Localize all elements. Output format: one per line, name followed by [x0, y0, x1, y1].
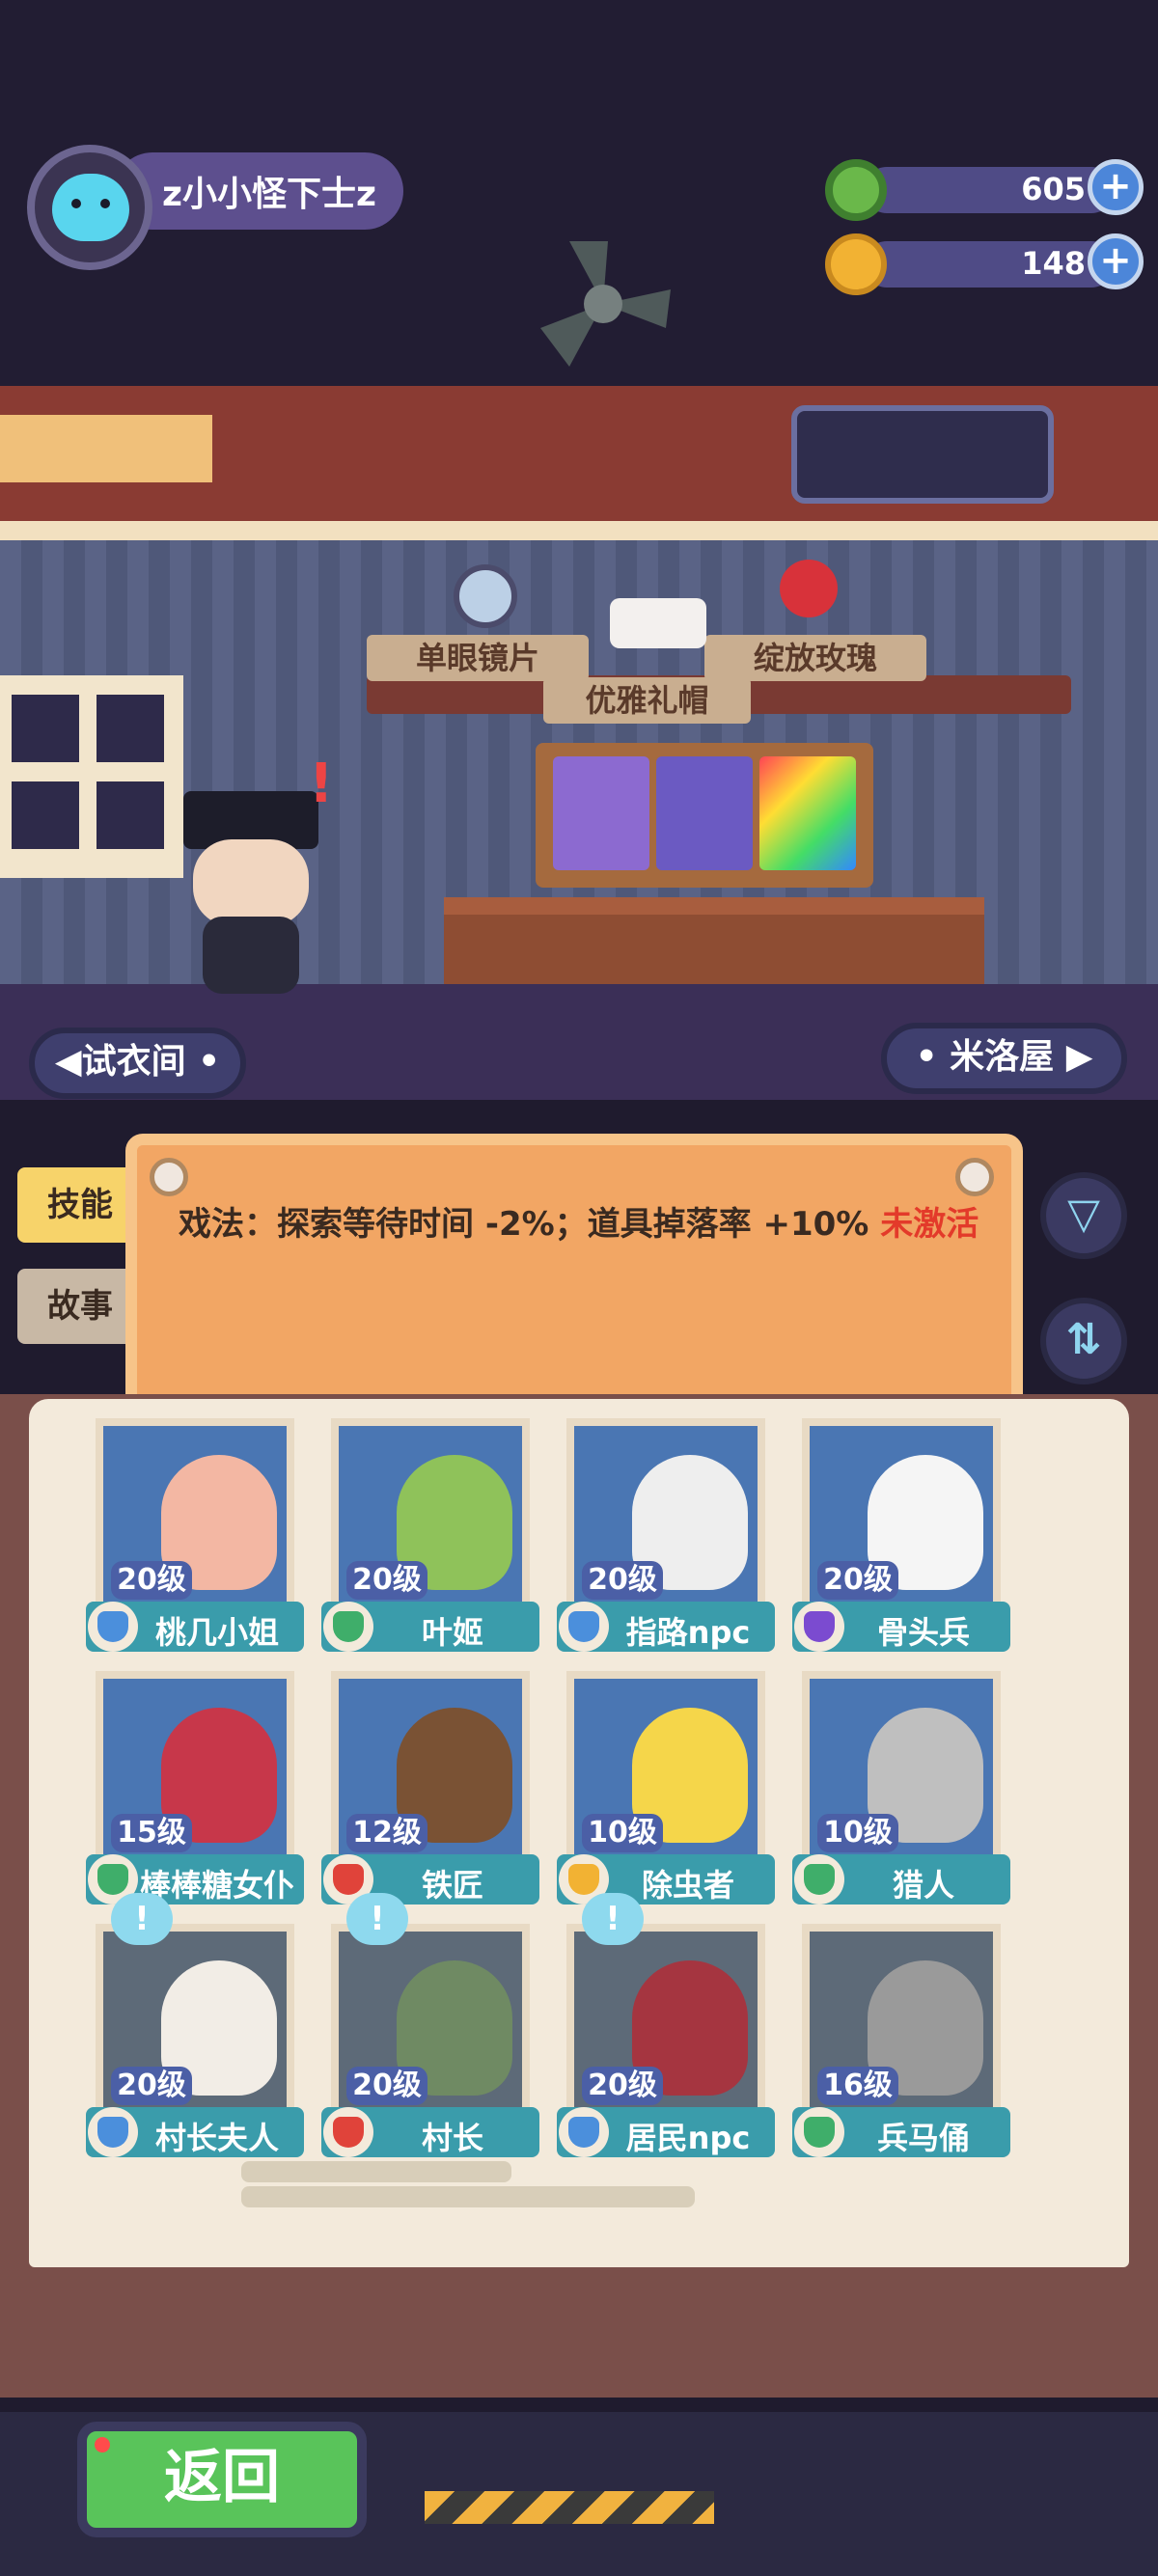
character-name: 叶姬 [421, 1614, 483, 1651]
character-name: 村长 [421, 2120, 483, 2156]
rarity-shield-icon [559, 1602, 609, 1652]
hazard-stripe [425, 2491, 714, 2524]
milo-house-button[interactable]: • 米洛屋 ▶ [881, 1023, 1127, 1094]
dressing-room-label: 试衣间 [81, 1042, 186, 1082]
tab-story[interactable]: 故事 [17, 1269, 143, 1344]
resource-donut-value: 605 [1021, 171, 1086, 207]
back-button[interactable]: 返回 [77, 2422, 367, 2537]
character-name: 居民npc [625, 2120, 751, 2156]
left-arrow-icon: ◀ [54, 1042, 82, 1082]
character-portrait: ! [164, 753, 357, 1003]
character-card[interactable]: 指路npc 20级 [553, 1418, 775, 1652]
character-card[interactable]: 村长夫人 20级! [82, 1893, 304, 2157]
monocle-icon [454, 564, 517, 628]
character-name: 指路npc [625, 1614, 751, 1651]
alert-icon: ! [309, 753, 334, 815]
filter-button[interactable]: ▽ [1040, 1172, 1127, 1259]
add-donut-button[interactable]: + [1088, 159, 1144, 215]
rose-icon [780, 560, 838, 617]
notification-dot [95, 2437, 110, 2453]
character-level: 15级 [111, 1814, 192, 1852]
character-card[interactable]: 兵马俑 16级 [788, 1924, 1010, 2157]
dot-icon: • [915, 1037, 951, 1077]
character-card[interactable]: 村长 20级! [317, 1893, 539, 2157]
cat-face-icon [52, 174, 129, 241]
character-card[interactable]: 猎人 10级 [788, 1671, 1010, 1905]
player-profile[interactable]: z小小怪下士z [27, 145, 413, 270]
character-level: 20级 [817, 1561, 898, 1600]
rarity-shield-icon [88, 2107, 138, 2157]
tab-skill[interactable]: 技能 [17, 1167, 143, 1243]
top-hat-icon [610, 598, 706, 648]
dressing-room-button[interactable]: ◀试衣间 • [29, 1028, 246, 1099]
character-level: 20级 [111, 2067, 192, 2105]
filter-icon: ▽ [1067, 1190, 1100, 1239]
character-name: 村长夫人 [154, 2120, 279, 2156]
shelf-item-top-hat[interactable]: 优雅礼帽 [543, 677, 751, 724]
character-level: 16级 [817, 2067, 898, 2105]
outfit-display-case [536, 743, 873, 888]
rarity-shield-icon [323, 1602, 373, 1652]
character-name: 兵马俑 [876, 2120, 970, 2156]
character-card[interactable]: 桃几小姐 20级 [82, 1418, 304, 1652]
page-footer-text [241, 2161, 1052, 2207]
fan-icon [540, 241, 671, 367]
outfit-slot-3[interactable] [759, 756, 856, 870]
ceiling-beam [0, 521, 1158, 540]
rarity-shield-icon [794, 1602, 844, 1652]
character-card[interactable]: 除虫者 10级 [553, 1671, 775, 1905]
rarity-shield-icon [88, 1602, 138, 1652]
character-level: 20级 [582, 2067, 663, 2105]
character-card[interactable]: 骨头兵 20级 [788, 1418, 1010, 1652]
resource-planet-value: 148 [1021, 245, 1086, 282]
notice-bubble-icon[interactable]: ! [346, 1893, 408, 1945]
character-name: 桃几小姐 [154, 1614, 279, 1651]
rarity-shield-icon [323, 2107, 373, 2157]
character-level: 20级 [346, 1561, 427, 1600]
character-level: 10级 [582, 1814, 663, 1852]
character-card[interactable]: 铁匠 12级 [317, 1671, 539, 1905]
skill-effect-text: 戏法：探索等待时间 -2%；道具掉落率 +10% [179, 1205, 869, 1244]
battery-indicator [791, 405, 1054, 504]
outfit-slot-1[interactable] [553, 756, 649, 870]
yellow-planet-coin-icon [825, 233, 887, 295]
pin-icon [150, 1158, 188, 1196]
back-button-label: 返回 [164, 2444, 280, 2511]
player-name: z小小怪下士z [162, 175, 376, 214]
window [0, 675, 183, 878]
skill-status: 未激活 [880, 1205, 979, 1244]
character-name: 猎人 [892, 1867, 954, 1904]
outfit-slot-2[interactable] [656, 756, 753, 870]
character-level: 10级 [817, 1814, 898, 1852]
sort-button[interactable]: ⇅ [1040, 1298, 1127, 1384]
rarity-shield-icon [794, 2107, 844, 2157]
character-level: 12级 [346, 1814, 427, 1852]
rarity-shield-icon [794, 1854, 844, 1905]
sort-icon: ⇅ [1065, 1315, 1102, 1364]
milo-house-label: 米洛屋 [950, 1037, 1055, 1077]
right-arrow-icon: ▶ [1054, 1037, 1093, 1077]
notice-bubble-icon[interactable]: ! [111, 1893, 173, 1945]
dot-icon: • [185, 1042, 221, 1082]
avatar[interactable] [27, 145, 152, 270]
character-level: 20级 [582, 1561, 663, 1600]
shelf-item-rose[interactable]: 绽放玫瑰 [704, 635, 926, 681]
add-planet-button[interactable]: + [1088, 233, 1144, 289]
character-card[interactable]: 棒棒糖女仆 15级 [82, 1671, 304, 1905]
skill-card [125, 1134, 1023, 1423]
character-level: 20级 [111, 1561, 192, 1600]
machine-panel [0, 386, 1158, 534]
character-card[interactable]: 居民npc 20级! [553, 1893, 775, 2157]
character-card[interactable]: 叶姬 20级 [317, 1418, 539, 1652]
character-level: 20级 [346, 2067, 427, 2105]
pin-icon [955, 1158, 994, 1196]
rarity-shield-icon [559, 2107, 609, 2157]
green-donut-coin-icon [825, 159, 887, 221]
notice-bubble-icon[interactable]: ! [582, 1893, 644, 1945]
skill-description: 戏法：探索等待时间 -2%；道具掉落率 +10% 未激活 [179, 1201, 979, 1247]
resource-planet: 148 + [825, 233, 1144, 295]
character-name: 骨头兵 [876, 1614, 970, 1651]
resource-donut: 605 + [825, 159, 1144, 221]
shelf-item-monocle[interactable]: 单眼镜片 [367, 635, 589, 681]
